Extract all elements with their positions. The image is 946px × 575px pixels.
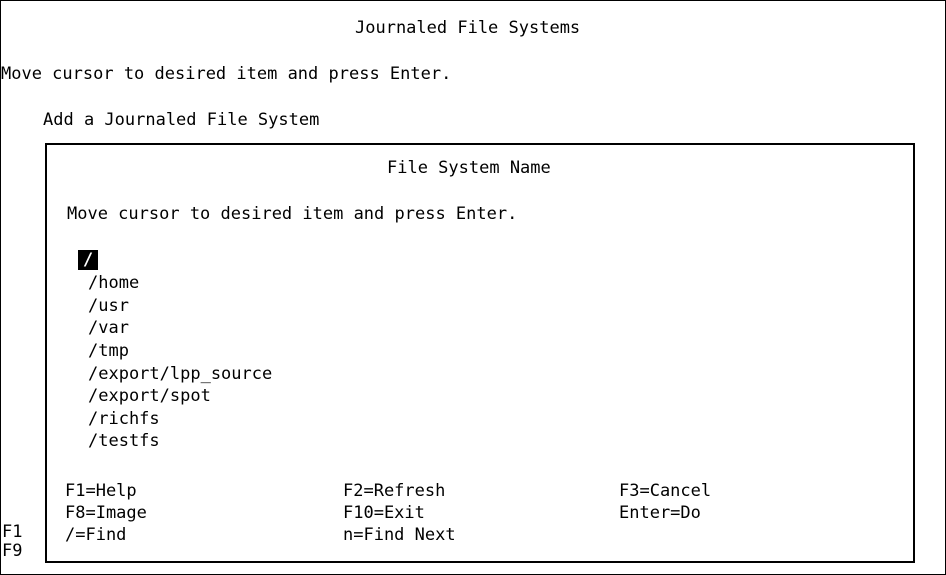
find-key[interactable]: /=Find	[65, 524, 126, 546]
list-item[interactable]: /usr	[88, 295, 129, 317]
find-next-key[interactable]: n=Find Next	[343, 524, 456, 546]
help-key[interactable]: F1=Help	[65, 480, 137, 502]
refresh-key[interactable]: F2=Refresh	[343, 480, 445, 502]
list-item[interactable]: /export/spot	[88, 385, 211, 407]
list-item[interactable]: /testfs	[88, 430, 160, 452]
file-system-name-dialog: File System Name Move cursor to desired …	[45, 143, 915, 563]
list-item[interactable]: /var	[88, 317, 129, 339]
list-item-selected[interactable]: /	[78, 250, 98, 270]
function-key-f9-partial: F9	[2, 541, 23, 561]
screen-instruction: Move cursor to desired item and press En…	[1, 64, 452, 84]
dialog-title: File System Name	[387, 158, 551, 178]
menu-item-add-jfs[interactable]: Add a Journaled File System	[43, 109, 319, 131]
exit-key[interactable]: F10=Exit	[343, 502, 425, 524]
list-item[interactable]: /export/lpp_source	[88, 363, 272, 385]
list-item[interactable]: /tmp	[88, 340, 129, 362]
list-item[interactable]: /richfs	[88, 408, 160, 430]
screen-title: Journaled File Systems	[355, 18, 581, 38]
function-key-f1-partial: F1	[2, 522, 23, 542]
enter-key[interactable]: Enter=Do	[619, 502, 701, 524]
dialog-instruction: Move cursor to desired item and press En…	[67, 204, 518, 224]
terminal-screen: Journaled File Systems Move cursor to de…	[0, 0, 946, 575]
image-key[interactable]: F8=Image	[65, 502, 147, 524]
cancel-key[interactable]: F3=Cancel	[619, 480, 711, 502]
list-item[interactable]: /home	[88, 272, 139, 294]
